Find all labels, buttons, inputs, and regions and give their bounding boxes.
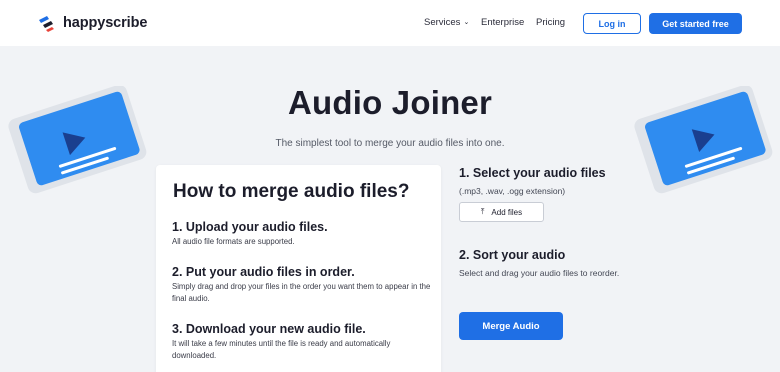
sort-audio-heading: 2. Sort your audio [459,248,566,262]
login-button[interactable]: Log in [583,13,641,34]
add-files-button[interactable]: ⤒ Add files [459,202,544,222]
step-text: It will take a few minutes until the fil… [172,339,391,360]
nav-services-label: Services [424,17,461,28]
upload-icon: ⤒ [480,207,485,216]
get-started-button[interactable]: Get started free [649,13,742,34]
happyscribe-logo-icon [39,16,54,32]
select-files-hint: (.mp3, .wav, .ogg extension) [459,186,566,196]
chevron-down-icon: ⌄ [463,19,470,26]
step-heading: 3. Download your new audio file. [172,322,366,336]
nav-services[interactable]: Services ⌄ [424,17,469,28]
top-navbar: happyscribe Services ⌄ Enterprise Pricing… [0,0,780,46]
step-heading: 1. Upload your audio files. [172,220,328,234]
nav-pricing[interactable]: Pricing [536,17,565,28]
page-subtitle: The simplest tool to merge your audio fi… [275,138,505,149]
step-text: Simply drag and drop your files in the o… [172,282,431,303]
select-files-heading: 1. Select your audio files [459,166,606,180]
step-heading: 2. Put your audio files in order. [172,265,355,279]
nav-enterprise[interactable]: Enterprise [481,17,524,28]
page-title: Audio Joiner [287,84,493,121]
sort-audio-hint: Select and drag your audio files to reor… [459,268,620,278]
brand-name: happyscribe [63,15,148,31]
add-files-label: Add files [491,207,523,217]
merge-audio-button[interactable]: Merge Audio [459,312,563,340]
howto-title: How to merge audio files? [173,181,410,202]
howto-card: How to merge audio files? 1. Upload your… [156,165,441,372]
brand-logo[interactable]: happyscribe [37,12,147,34]
step-text: All audio file formats are supported. [172,237,295,246]
